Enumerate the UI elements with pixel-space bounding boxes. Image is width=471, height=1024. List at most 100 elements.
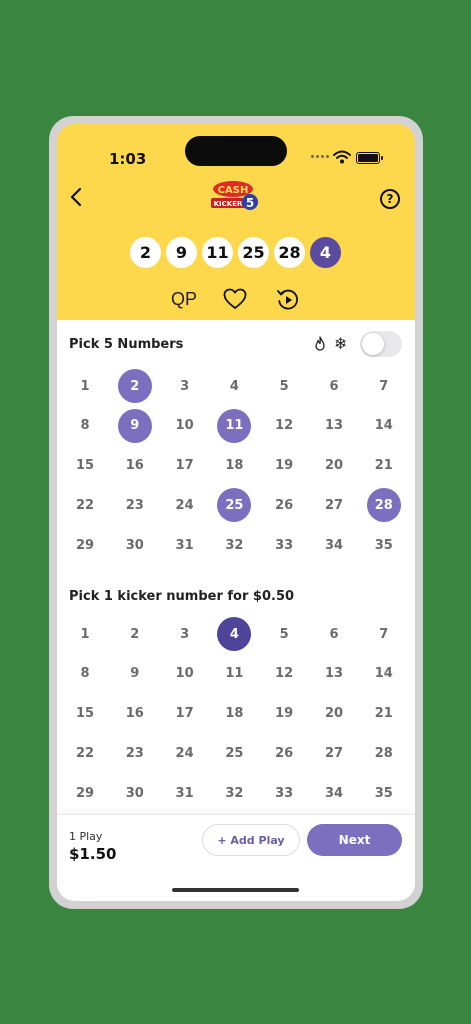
kicker-number-cell[interactable]: 28 [367, 736, 401, 770]
number-cell[interactable]: 34 [317, 528, 351, 562]
play-count: 1 Play [69, 830, 103, 843]
kicker-number-cell[interactable]: 9 [118, 657, 152, 691]
number-cell[interactable]: 23 [118, 488, 152, 522]
kicker-number-cell[interactable]: 23 [118, 736, 152, 770]
app-screen: 1:03 CASH KICKER 5 ? 2 9 11 25 28 4 QP P… [57, 124, 415, 901]
kicker-number-cell[interactable]: 24 [168, 736, 202, 770]
kicker-number-cell[interactable]: 16 [118, 697, 152, 731]
svg-text:5: 5 [246, 196, 254, 210]
cash5-logo: CASH KICKER 5 [211, 181, 258, 210]
kicker-number-cell[interactable]: 12 [267, 657, 301, 691]
dynamic-island [185, 136, 287, 166]
kicker-number-cell[interactable]: 27 [317, 736, 351, 770]
kicker-number-cell[interactable]: 3 [168, 617, 202, 651]
number-cell[interactable]: 10 [168, 409, 202, 443]
kicker-number-cell[interactable]: 14 [367, 657, 401, 691]
number-cell[interactable]: 28 [366, 488, 401, 523]
kicker-number-cell[interactable]: 30 [118, 776, 152, 810]
kicker-number-cell[interactable]: 17 [168, 697, 202, 731]
hot-cold-toggle[interactable] [360, 331, 402, 357]
kicker-number-cell[interactable]: 10 [168, 657, 202, 691]
kicker-number-cell[interactable]: 35 [367, 776, 401, 810]
svg-text:KICKER: KICKER [214, 200, 243, 208]
kicker-number-cell[interactable]: 4 [217, 617, 252, 651]
kicker-number-cell[interactable]: 1 [68, 617, 102, 651]
kicker-number-cell[interactable]: 6 [317, 617, 351, 651]
kicker-number-cell[interactable]: 29 [68, 776, 102, 810]
number-cell[interactable]: 18 [217, 449, 251, 483]
ticket-header: 1:03 CASH KICKER 5 ? 2 9 11 25 28 4 QP [57, 124, 415, 320]
kicker-number-cell[interactable]: 20 [317, 697, 351, 731]
number-cell[interactable]: 16 [118, 449, 152, 483]
number-cell[interactable]: 8 [68, 409, 102, 443]
kicker-number-cell[interactable]: 21 [367, 697, 401, 731]
number-cell[interactable]: 11 [217, 408, 252, 443]
number-cell[interactable]: 35 [367, 528, 401, 562]
kicker-number-cell[interactable]: 2 [118, 617, 152, 651]
help-button[interactable]: ? [380, 189, 400, 209]
number-cell[interactable]: 22 [68, 488, 102, 522]
kicker-number-cell[interactable]: 7 [367, 617, 401, 651]
number-cell[interactable]: 27 [317, 488, 351, 522]
number-cell[interactable]: 20 [317, 449, 351, 483]
kicker-number-cell[interactable]: 22 [68, 736, 102, 770]
number-cell[interactable]: 5 [267, 369, 301, 403]
back-arrow-icon[interactable] [66, 182, 88, 212]
fire-icon[interactable] [313, 336, 327, 352]
kicker-number-cell[interactable]: 15 [68, 697, 102, 731]
number-cell[interactable]: 13 [317, 409, 351, 443]
kicker-number-cell[interactable]: 32 [217, 776, 251, 810]
selected-number-ball: 28 [274, 237, 305, 268]
kicker-number-cell[interactable]: 11 [217, 657, 251, 691]
number-cell[interactable]: 31 [168, 528, 202, 562]
snowflake-icon[interactable]: ❄ [334, 334, 347, 353]
number-cell[interactable]: 33 [267, 528, 301, 562]
kicker-number-cell[interactable]: 5 [267, 617, 301, 651]
kicker-number-cell[interactable]: 18 [217, 697, 251, 731]
kicker-number-cell[interactable]: 26 [267, 736, 301, 770]
bottom-bar: 1 Play $1.50 + Add Play Next [57, 814, 415, 901]
kicker-number-cell[interactable]: 25 [217, 736, 251, 770]
add-play-button[interactable]: + Add Play [202, 824, 300, 856]
kicker-number-cell[interactable]: 33 [267, 776, 301, 810]
kicker-number-cell[interactable]: 8 [68, 657, 102, 691]
battery-icon [356, 152, 383, 164]
selected-number-ball: 9 [166, 237, 197, 268]
kicker-number-cell[interactable]: 13 [317, 657, 351, 691]
selected-number-ball: 25 [238, 237, 269, 268]
heart-icon[interactable] [223, 288, 247, 310]
kicker-grid: 1 2 3 4 5 6 7 8 9 10 11 12 13 14 15 16 17 18 19 20 21 22 23 24 2… [68, 617, 403, 810]
number-cell[interactable]: 17 [168, 449, 202, 483]
number-cell[interactable]: 29 [68, 528, 102, 562]
kicker-number-cell[interactable]: 19 [267, 697, 301, 731]
svg-text:CASH: CASH [218, 185, 249, 196]
number-cell[interactable]: 26 [267, 488, 301, 522]
kicker-number-cell[interactable]: 31 [168, 776, 202, 810]
number-cell[interactable]: 14 [367, 409, 401, 443]
number-cell[interactable]: 9 [117, 408, 152, 443]
kicker-number-cell[interactable]: 34 [317, 776, 351, 810]
status-time: 1:03 [109, 150, 147, 168]
number-cell[interactable]: 1 [68, 369, 102, 403]
number-cell[interactable]: 7 [367, 369, 401, 403]
number-cell[interactable]: 2 [117, 369, 152, 403]
number-cell[interactable]: 21 [367, 449, 401, 483]
number-cell[interactable]: 25 [217, 488, 252, 523]
replay-icon[interactable] [276, 288, 300, 312]
pick5-grid: 1 2 3 4 5 6 7 8 9 10 11 12 13 14 15 16 17 18 19 20 21 22 23 24 2… [68, 369, 403, 562]
toggle-knob [362, 333, 384, 355]
quick-pick-button[interactable]: QP [171, 289, 197, 310]
number-cell[interactable]: 12 [267, 409, 301, 443]
selected-numbers-row: 2 9 11 25 28 4 [130, 237, 341, 268]
selected-number-ball: 11 [202, 237, 233, 268]
number-cell[interactable]: 19 [267, 449, 301, 483]
number-cell[interactable]: 24 [168, 488, 202, 522]
number-cell[interactable]: 3 [168, 369, 202, 403]
number-cell[interactable]: 4 [217, 369, 251, 403]
number-cell[interactable]: 6 [317, 369, 351, 403]
phone-frame: 1:03 CASH KICKER 5 ? 2 9 11 25 28 4 QP P… [49, 116, 423, 909]
number-cell[interactable]: 32 [217, 528, 251, 562]
number-cell[interactable]: 30 [118, 528, 152, 562]
next-button[interactable]: Next [307, 824, 402, 856]
number-cell[interactable]: 15 [68, 449, 102, 483]
